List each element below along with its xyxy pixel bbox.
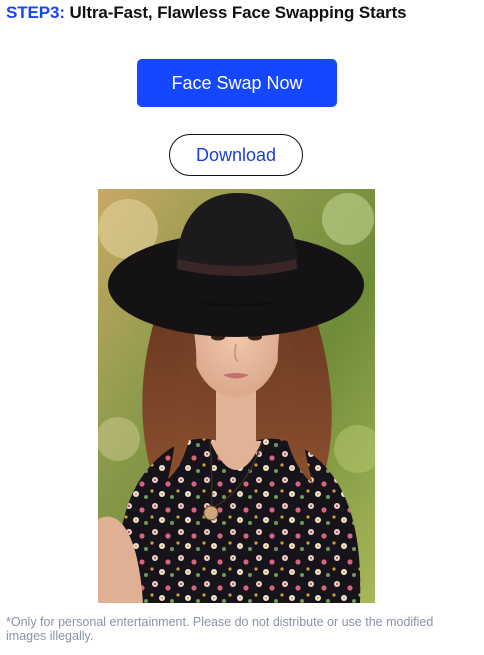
step-heading: STEP3: Ultra-Fast, Flawless Face Swappin… [6, 3, 407, 23]
step-title: Ultra-Fast, Flawless Face Swapping Start… [69, 3, 407, 22]
disclaimer-text: *Only for personal entertainment. Please… [6, 615, 434, 643]
step-label: STEP3: [6, 3, 65, 22]
download-button[interactable]: Download [169, 134, 303, 176]
face-swap-now-button[interactable]: Face Swap Now [137, 59, 337, 107]
result-photo [98, 189, 375, 603]
